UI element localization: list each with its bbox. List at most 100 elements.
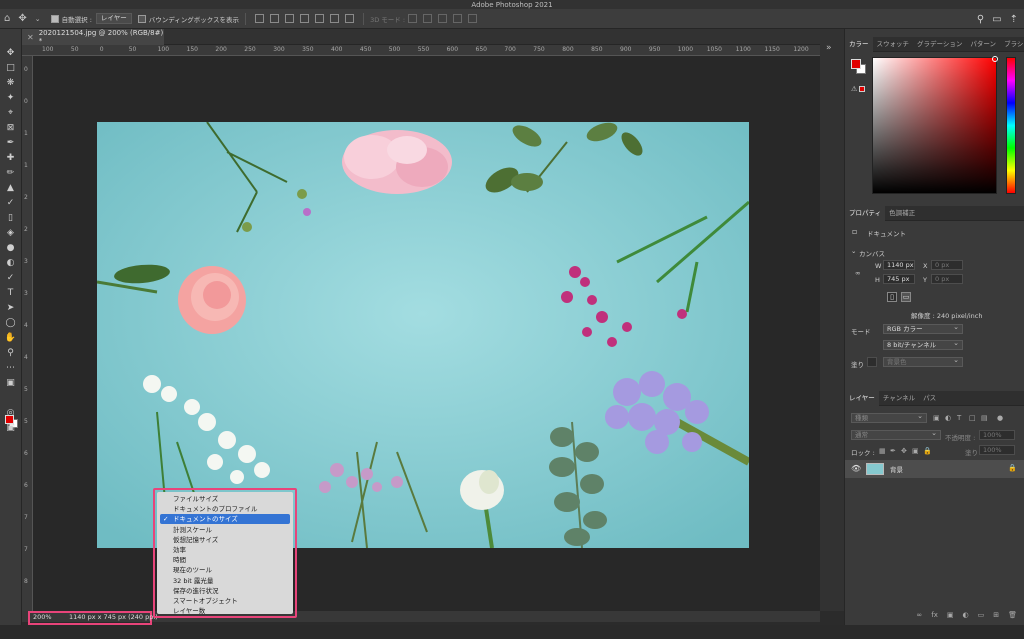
- layer-name[interactable]: 背景: [890, 464, 903, 474]
- document-tab[interactable]: ✕ 2020121504.jpg @ 200% (RGB/8#) *: [22, 29, 164, 45]
- zoom-level[interactable]: 200%: [33, 613, 52, 621]
- fill-swatch[interactable]: [867, 357, 877, 367]
- history-brush-tool-icon[interactable]: ✓: [3, 197, 18, 210]
- menu-item[interactable]: 保存の進行状況: [160, 586, 290, 596]
- bit-depth-dropdown[interactable]: 8 bit/チャンネル: [883, 339, 963, 350]
- default-colors-icon[interactable]: ▣: [3, 377, 18, 390]
- zoom-tool-icon[interactable]: ⚲: [3, 347, 18, 360]
- align-bottom-icon[interactable]: [330, 14, 340, 23]
- blur-tool-icon[interactable]: ●: [3, 242, 18, 255]
- layer-row[interactable]: 👁 背景 🔒: [845, 460, 1024, 478]
- adjustment-layer-icon[interactable]: ◐: [963, 611, 969, 619]
- auto-select-dropdown[interactable]: レイヤー: [95, 13, 132, 24]
- pen-tool-icon[interactable]: ✓: [3, 272, 18, 285]
- healing-brush-tool-icon[interactable]: ✚: [3, 152, 18, 165]
- hand-tool-icon[interactable]: ✋: [3, 332, 18, 345]
- menu-item[interactable]: レイヤー数: [160, 606, 290, 616]
- 3d-scale-icon[interactable]: [468, 14, 478, 23]
- eyedropper-tool-icon[interactable]: ✒: [3, 137, 18, 150]
- link-dimensions-icon[interactable]: ∞: [855, 269, 860, 277]
- color-mode-dropdown[interactable]: RGB カラー: [883, 323, 963, 334]
- tab-swatches[interactable]: スウォッチ: [873, 37, 914, 52]
- filter-shape-icon[interactable]: □: [969, 414, 976, 422]
- eraser-tool-icon[interactable]: ▯: [3, 212, 18, 225]
- color-picker-marker[interactable]: [992, 56, 998, 62]
- menu-item[interactable]: スマートオブジェクト: [160, 596, 290, 606]
- tab-color[interactable]: カラー: [845, 36, 873, 52]
- trash-icon[interactable]: 🗑: [1008, 611, 1017, 619]
- tab-layers[interactable]: レイヤー: [845, 390, 879, 406]
- height-field[interactable]: 745 px: [883, 274, 915, 284]
- paint-bucket-tool-icon[interactable]: ◈: [3, 227, 18, 240]
- distribute-icon[interactable]: [345, 14, 355, 23]
- workspace-icon[interactable]: ▭: [992, 14, 1001, 25]
- canvas-area[interactable]: [33, 56, 820, 611]
- landscape-orientation-icon[interactable]: ▭: [901, 292, 911, 302]
- tool-preset-chevron-icon[interactable]: ⌄: [35, 15, 41, 23]
- move-tool-icon[interactable]: ✥: [3, 47, 18, 60]
- share-icon[interactable]: ⇡: [1010, 14, 1018, 25]
- foreground-color-swatch[interactable]: [5, 415, 14, 424]
- auto-select-checkbox[interactable]: [50, 14, 59, 23]
- lasso-tool-icon[interactable]: ❋: [3, 77, 18, 90]
- layer-filter-dropdown[interactable]: 種類: [851, 412, 927, 423]
- chevron-down-icon[interactable]: ⌄: [851, 247, 856, 255]
- tab-properties[interactable]: プロパティ: [845, 205, 886, 221]
- filter-pixel-icon[interactable]: ▣: [933, 414, 940, 422]
- hue-slider[interactable]: [1006, 57, 1016, 194]
- document-size-info[interactable]: 1140 px x 745 px (240 ppi): [69, 613, 158, 621]
- menu-item[interactable]: 現在のツール: [160, 565, 290, 575]
- tab-patterns[interactable]: パターン: [966, 37, 1000, 52]
- link-layers-icon[interactable]: ∞: [916, 611, 922, 619]
- menu-item[interactable]: 効率: [160, 545, 290, 555]
- lock-artboard-icon[interactable]: ▣: [912, 447, 919, 455]
- search-icon[interactable]: ⚲: [977, 14, 984, 25]
- 3d-pan-icon[interactable]: [438, 14, 448, 23]
- add-mask-icon[interactable]: ▣: [947, 611, 954, 619]
- color-foreground-swatch[interactable]: [851, 59, 861, 69]
- 3d-orbit-icon[interactable]: [408, 14, 418, 23]
- marquee-tool-icon[interactable]: □: [3, 62, 18, 75]
- opacity-field[interactable]: 100%: [979, 430, 1015, 440]
- lock-position-icon[interactable]: ✥: [901, 447, 907, 455]
- tab-adjustments[interactable]: 色調補正: [885, 206, 919, 221]
- visibility-eye-icon[interactable]: 👁: [851, 464, 861, 473]
- menu-item[interactable]: ✓ ドキュメントのサイズ: [160, 514, 290, 525]
- tab-brushes[interactable]: ブラシ: [1000, 37, 1024, 52]
- filter-type-icon[interactable]: T: [957, 414, 961, 422]
- blend-mode-dropdown[interactable]: 通常: [851, 429, 941, 440]
- 3d-slide-icon[interactable]: [453, 14, 463, 23]
- frame-tool-icon[interactable]: ⊠: [3, 122, 18, 135]
- filter-adjustment-icon[interactable]: ◐: [945, 414, 951, 422]
- vertical-ruler[interactable]: 0 0 1 1 2 2 3 3 4 4 5 5 6 6 7 7 8: [22, 56, 33, 611]
- horizontal-ruler[interactable]: 100 50 0 50 100 150 200 250 300 350 400 450 500 550 60…: [22, 45, 820, 56]
- align-top-icon[interactable]: [300, 14, 310, 23]
- path-select-tool-icon[interactable]: ➤: [3, 302, 18, 315]
- align-left-icon[interactable]: [255, 14, 265, 23]
- align-center-icon[interactable]: [270, 14, 280, 23]
- menu-item[interactable]: 仮想記憶サイズ: [160, 535, 290, 545]
- menu-item[interactable]: ファイルサイズ: [160, 494, 290, 504]
- panel-collapse-icon[interactable]: »: [826, 43, 832, 53]
- lock-transparent-icon[interactable]: ▦: [879, 447, 886, 455]
- align-right-icon[interactable]: [285, 14, 295, 23]
- gamut-warning-swatch[interactable]: [859, 86, 865, 92]
- y-field[interactable]: 0 px: [931, 274, 963, 284]
- lock-all-icon[interactable]: 🔒: [923, 447, 932, 455]
- menu-item[interactable]: 32 bit 露光量: [160, 576, 290, 586]
- x-field[interactable]: 0 px: [931, 260, 963, 270]
- tab-gradients[interactable]: グラデーション: [913, 37, 966, 52]
- new-group-icon[interactable]: ▭: [978, 611, 985, 619]
- dodge-tool-icon[interactable]: ◐: [3, 257, 18, 270]
- layer-fill-field[interactable]: 100%: [979, 445, 1015, 455]
- menu-item[interactable]: 時間: [160, 555, 290, 565]
- fill-dropdown[interactable]: 背景色: [883, 356, 963, 367]
- portrait-orientation-icon[interactable]: ▯: [887, 292, 897, 302]
- tab-paths[interactable]: パス: [919, 391, 940, 406]
- bounding-box-checkbox[interactable]: [137, 14, 146, 23]
- close-icon[interactable]: ✕: [27, 33, 34, 42]
- move-tool-icon[interactable]: ✥: [18, 13, 26, 24]
- home-icon[interactable]: ⌂: [4, 13, 10, 24]
- align-middle-icon[interactable]: [315, 14, 325, 23]
- new-layer-icon[interactable]: ⊞: [993, 611, 999, 619]
